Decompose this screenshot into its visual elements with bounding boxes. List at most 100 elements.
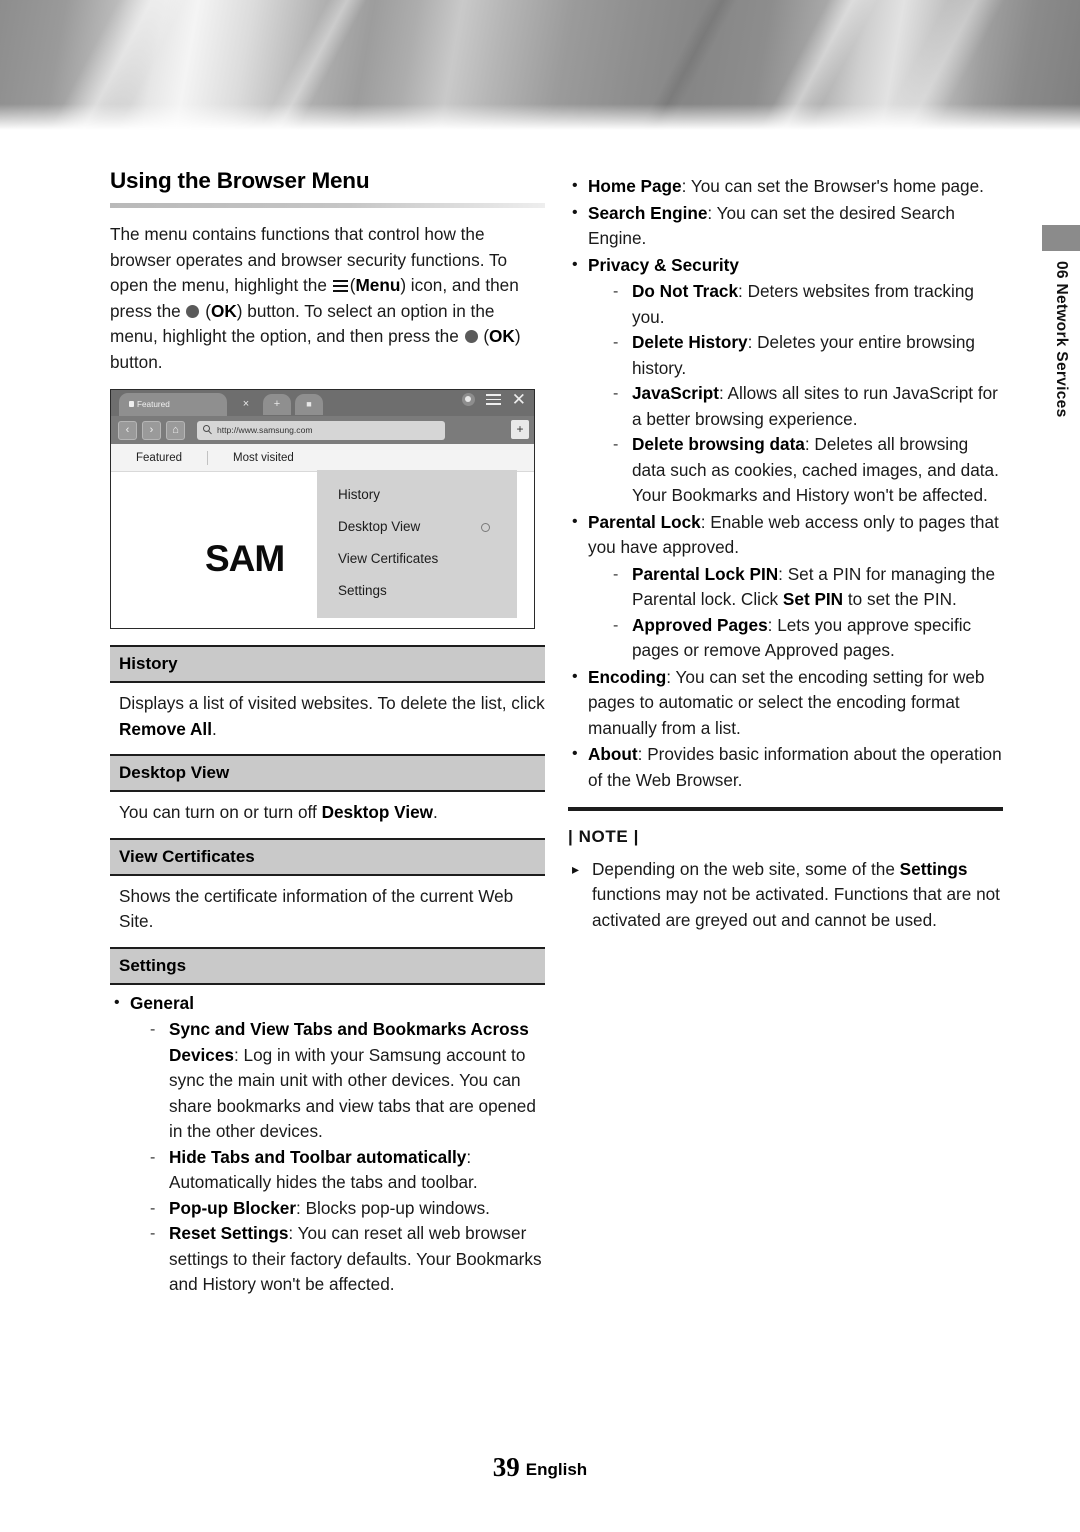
section-body-bold: Remove All xyxy=(119,718,212,739)
term-hide-tabs: Hide Tabs and Toolbar automatically xyxy=(169,1146,467,1167)
note-bold: Settings xyxy=(899,858,968,879)
general-label: General xyxy=(130,992,195,1013)
parental-sublist: Parental Lock PIN: Set a PIN for managin… xyxy=(610,562,1003,664)
settings-list: General Sync and View Tabs and Bookmarks… xyxy=(110,990,545,1298)
list-item-general: General Sync and View Tabs and Bookmarks… xyxy=(110,990,545,1298)
browser-tab-bar: Featured × + ■ ✕ xyxy=(111,390,534,416)
forward-button[interactable]: › xyxy=(142,420,161,440)
menu-item-label: History xyxy=(338,486,381,502)
note-text: Depending on the web site, some of the xyxy=(592,858,900,879)
subnav-item-featured[interactable]: Featured xyxy=(111,452,207,464)
section-body-tail: . xyxy=(433,802,438,822)
banner-fade xyxy=(0,104,1080,130)
close-tab-icon[interactable]: × xyxy=(235,394,257,415)
new-tab-icon[interactable]: + xyxy=(263,394,291,415)
menu-item-view-certificates[interactable]: View Certificates xyxy=(317,542,517,574)
browser-nav-bar: ‹ › ⌂ http://www.samsung.com + xyxy=(111,416,534,444)
section-header-desktop-view: Desktop View xyxy=(110,754,545,792)
list-item: Parental Lock PIN: Set a PIN for managin… xyxy=(610,562,1003,613)
hamburger-menu-icon xyxy=(332,280,348,293)
page-footer: 39 English xyxy=(0,1452,1080,1483)
general-sublist: Sync and View Tabs and Bookmarks Across … xyxy=(147,1017,545,1298)
term-reset-settings: Reset Settings xyxy=(169,1223,289,1243)
menu-item-label: View Certificates xyxy=(338,550,439,566)
manual-page: 06 Network Services Using the Browser Me… xyxy=(0,0,1080,1532)
section-body-history: Displays a list of visited websites. To … xyxy=(110,683,545,748)
list-item: Reset Settings: You can reset all web br… xyxy=(147,1221,545,1298)
section-body-bold: Desktop View xyxy=(321,802,434,822)
hamburger-menu-icon[interactable] xyxy=(485,394,501,405)
browser-window-controls: ✕ xyxy=(461,391,526,408)
menu-item-label: Settings xyxy=(338,582,387,598)
list-item-search-engine: Search Engine: You can set the desired S… xyxy=(568,200,1003,252)
list-item: Hide Tabs and Toolbar automatically: Aut… xyxy=(147,1145,545,1196)
menu-item-settings[interactable]: Settings xyxy=(317,574,517,606)
list-item-about: About: Provides basic information about … xyxy=(568,741,1003,793)
note-label: | NOTE | xyxy=(568,826,639,846)
list-item: Sync and View Tabs and Bookmarks Across … xyxy=(147,1017,545,1145)
page-number: 39 xyxy=(492,1452,520,1482)
section-body-view-certificates: Shows the certificate information of the… xyxy=(119,885,514,932)
term-popup-blocker: Pop-up Blocker xyxy=(169,1197,297,1218)
definition-settings: Settings xyxy=(110,946,545,985)
list-item-parental-lock: Parental Lock: Enable web access only to… xyxy=(568,509,1003,664)
ok-button-icon xyxy=(464,330,478,343)
chapter-tab: 06 Network Services xyxy=(1042,225,1080,495)
term-do-not-track: Do Not Track xyxy=(632,281,739,301)
radio-button-icon[interactable] xyxy=(481,523,490,532)
privacy-sublist: Do Not Track: Deters websites from track… xyxy=(610,279,1003,509)
subnav-item-most-visited[interactable]: Most visited xyxy=(208,452,319,464)
section-body-tail: . xyxy=(211,718,217,739)
term-desc: : Blocks pop-up windows. xyxy=(296,1197,490,1218)
term-home-page: Home Page xyxy=(588,176,682,196)
list-item: Delete browsing data: Deletes all browsi… xyxy=(610,432,1003,509)
address-bar-value: http://www.samsung.com xyxy=(217,424,313,435)
section-header-history: History xyxy=(110,645,545,683)
menu-bold-label: Menu xyxy=(355,275,401,295)
browser-tab-featured[interactable]: Featured xyxy=(119,393,227,416)
definition-view-certificates: View Certificates Shows the certificate … xyxy=(110,837,545,941)
list-item: Do Not Track: Deters websites from track… xyxy=(610,279,1003,330)
term-desc-tail: to set the PIN. xyxy=(843,589,957,609)
section-body-desktop-view: You can turn on or turn off Desktop View… xyxy=(110,792,545,832)
chapter-tab-label: 06 Network Services xyxy=(1053,261,1070,418)
header-banner-image xyxy=(0,0,1080,130)
note-divider xyxy=(568,807,1003,811)
term-privacy-security: Privacy & Security xyxy=(588,254,739,275)
samsung-logo: SAM xyxy=(205,538,285,579)
lock-icon xyxy=(129,401,134,407)
right-column: Home Page: You can set the Browser's hom… xyxy=(568,168,1003,933)
intro-paragraph: The menu contains functions that control… xyxy=(110,224,521,372)
term-parental-lock: Parental Lock xyxy=(588,511,701,532)
section-body-text: Displays a list of visited websites. To … xyxy=(119,693,545,713)
avatar-icon[interactable] xyxy=(461,393,475,406)
term-about: About xyxy=(588,744,638,764)
browser-dropdown-menu: History Desktop View View Certificates S… xyxy=(317,470,517,618)
set-pin-label: Set PIN xyxy=(782,589,844,609)
left-column: Using the Browser Menu The menu contains… xyxy=(110,168,545,1299)
address-bar[interactable]: http://www.samsung.com xyxy=(197,420,445,440)
ok-button-icon xyxy=(186,304,200,318)
list-item: Delete History: Deletes your entire brow… xyxy=(610,330,1003,381)
definition-history: History Displays a list of visited websi… xyxy=(110,645,545,748)
menu-item-desktop-view[interactable]: Desktop View xyxy=(317,510,517,542)
term-desc: : Provides basic information about the o… xyxy=(588,744,1002,790)
page-title: Using the Browser Menu xyxy=(110,168,370,193)
title-divider xyxy=(110,203,545,208)
menu-item-label: Desktop View xyxy=(338,518,421,534)
ok-bold-label-2: OK xyxy=(489,326,515,346)
close-icon[interactable]: ✕ xyxy=(512,391,526,408)
menu-item-history[interactable]: History xyxy=(317,478,517,510)
term-approved-pages: Approved Pages xyxy=(632,614,768,635)
add-bookmark-button[interactable]: + xyxy=(511,420,529,439)
section-header-settings: Settings xyxy=(110,946,545,985)
term-search-engine: Search Engine xyxy=(588,202,708,223)
term-parental-lock-pin: Parental Lock PIN xyxy=(632,563,779,584)
back-button[interactable]: ‹ xyxy=(118,420,137,440)
term-delete-browsing-data: Delete browsing data xyxy=(632,434,805,454)
search-icon xyxy=(203,425,210,432)
page-language: English xyxy=(525,1460,588,1479)
ok-bold-label: OK xyxy=(210,300,237,321)
home-button[interactable]: ⌂ xyxy=(166,420,185,440)
secret-tab-lock-icon[interactable]: ■ xyxy=(295,394,323,415)
